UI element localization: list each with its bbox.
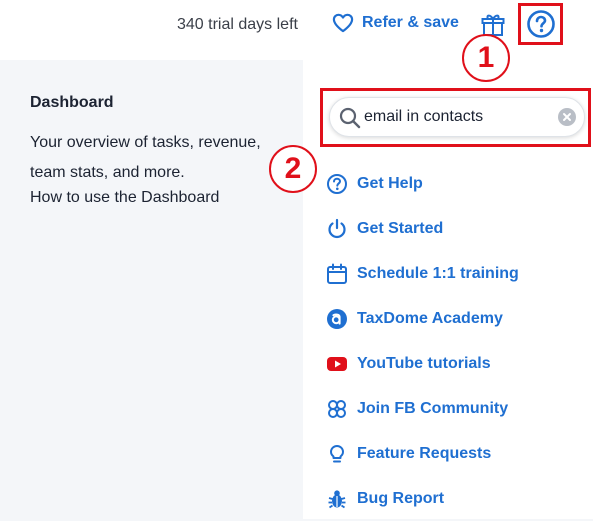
dashboard-help-link[interactable]: How to use the Dashboard	[30, 189, 219, 207]
annotation-marker-1: 1	[462, 34, 510, 82]
menu-item-label: YouTube tutorials	[357, 354, 491, 372]
menu-item-get-help[interactable]: Get Help	[326, 161, 519, 206]
trial-days-text: 340 trial days left	[177, 16, 298, 33]
help-search-box[interactable]	[329, 97, 585, 137]
menu-item-academy[interactable]: TaxDome Academy	[326, 296, 519, 341]
menu-item-fb-community[interactable]: Join FB Community	[326, 386, 519, 431]
annotation-marker-2: 2	[269, 145, 317, 193]
menu-item-label: Schedule 1:1 training	[357, 264, 519, 282]
community-icon	[326, 398, 348, 420]
menu-item-youtube[interactable]: YouTube tutorials	[326, 341, 519, 386]
help-menu-list: Get Help Get Started Schedule 1:1 traini…	[326, 161, 519, 521]
menu-item-label: Feature Requests	[357, 444, 492, 462]
page-title: Dashboard	[30, 94, 114, 111]
clear-search-icon[interactable]	[558, 108, 576, 126]
academy-icon	[326, 308, 348, 330]
calendar-icon	[326, 263, 348, 285]
heart-icon	[332, 13, 354, 33]
menu-item-bug-report[interactable]: Bug Report	[326, 476, 519, 521]
bug-icon	[326, 488, 348, 510]
search-icon	[339, 107, 361, 129]
search-input[interactable]	[364, 106, 544, 128]
power-icon	[326, 218, 348, 240]
refer-and-save-link[interactable]: Refer & save	[332, 13, 459, 33]
refer-and-save-label: Refer & save	[362, 14, 459, 31]
help-button[interactable]	[518, 3, 563, 45]
menu-item-get-started[interactable]: Get Started	[326, 206, 519, 251]
question-circle-icon	[326, 173, 348, 195]
menu-item-label: Get Help	[357, 174, 423, 192]
lightbulb-icon	[326, 443, 348, 465]
menu-item-schedule-training[interactable]: Schedule 1:1 training	[326, 251, 519, 296]
question-circle-icon	[526, 10, 555, 38]
dashboard-description: Your overview of tasks, revenue, team st…	[30, 134, 261, 181]
menu-item-label: Get Started	[357, 219, 444, 237]
menu-item-label: Bug Report	[357, 489, 445, 507]
youtube-icon	[326, 353, 348, 375]
menu-item-feature-requests[interactable]: Feature Requests	[326, 431, 519, 476]
menu-item-label: TaxDome Academy	[357, 309, 503, 327]
menu-item-label: Join FB Community	[357, 399, 509, 417]
